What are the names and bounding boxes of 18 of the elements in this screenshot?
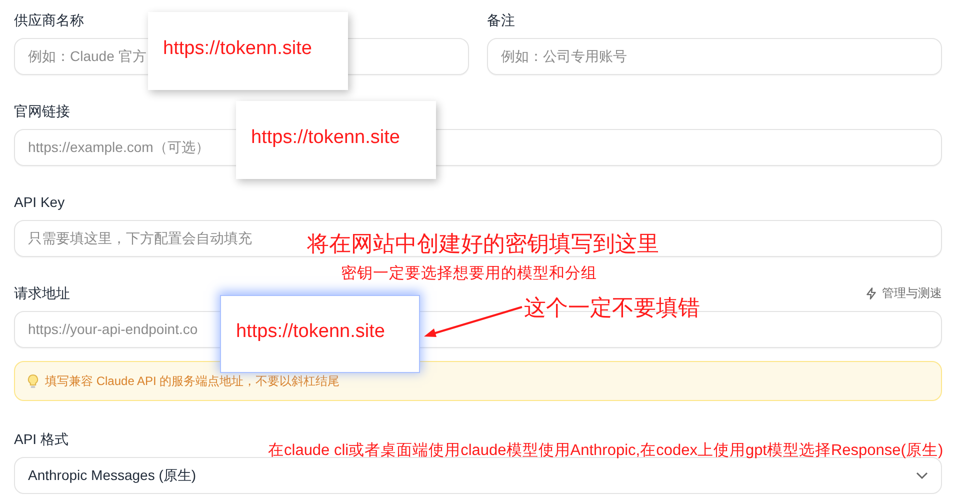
field-label: 供应商名称 bbox=[14, 11, 84, 30]
manage-test-button[interactable]: 管理与测速 bbox=[865, 284, 942, 302]
field-label: 请求地址 bbox=[14, 284, 70, 303]
field-label: 官网链接 bbox=[14, 102, 70, 121]
url-callout: https://tokenn.site bbox=[220, 295, 420, 373]
field-label: API Key bbox=[14, 193, 65, 212]
url-callout: https://tokenn.site bbox=[148, 12, 348, 90]
lightbulb-icon bbox=[27, 374, 39, 388]
field-label: 备注 bbox=[487, 11, 515, 30]
chevron-down-icon bbox=[916, 472, 928, 480]
field-label: API 格式 bbox=[14, 430, 68, 449]
url-callout: https://tokenn.site bbox=[236, 101, 436, 179]
lightning-icon bbox=[865, 286, 878, 300]
format-select[interactable]: Anthropic Messages (原生) bbox=[14, 457, 942, 494]
annotation-note: 将在网站中创建好的密钥填写到这里 bbox=[307, 230, 659, 258]
annotation-note: 密钥一定要选择想要用的模型和分组 bbox=[341, 264, 597, 284]
input-field[interactable]: 例如：公司专用账号 bbox=[487, 38, 942, 75]
hint-text: 填写兼容 Claude API 的服务端点地址，不要以斜杠结尾 bbox=[45, 373, 340, 390]
